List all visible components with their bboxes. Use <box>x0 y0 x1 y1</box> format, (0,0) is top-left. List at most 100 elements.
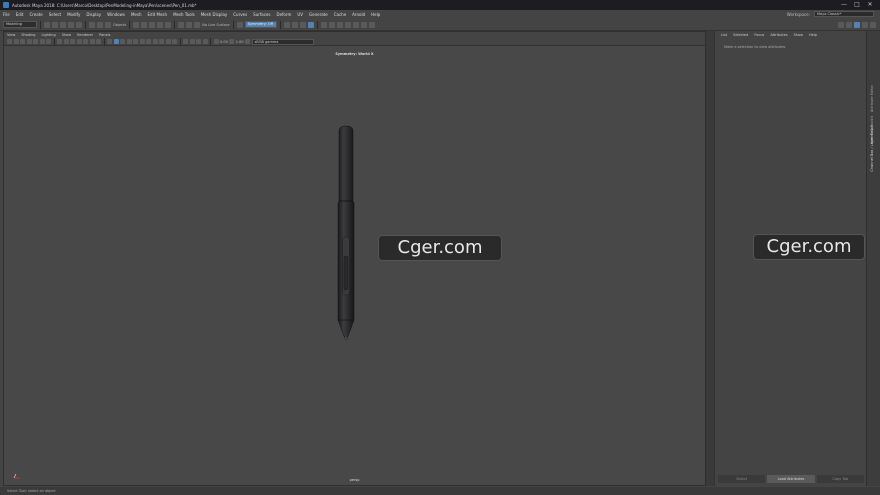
select-button[interactable]: Select <box>718 475 766 483</box>
tab-attribute-editor[interactable]: Attribute Editor <box>870 85 877 112</box>
undo-icon[interactable] <box>68 21 74 28</box>
open-scene-icon[interactable] <box>52 21 58 28</box>
menu-mesh-display[interactable]: Mesh Display <box>198 12 231 17</box>
render-setup-icon[interactable] <box>328 21 335 28</box>
attr-menu-selected[interactable]: Selected <box>730 33 751 37</box>
render-settings-icon[interactable] <box>307 21 314 28</box>
panel-menu-show[interactable]: Show <box>59 33 74 37</box>
snap-view-plane-icon[interactable] <box>157 21 164 28</box>
film-gate-icon[interactable] <box>63 39 69 44</box>
attr-menu-attributes[interactable]: Attributes <box>767 33 790 37</box>
wireframe-icon[interactable] <box>107 39 112 44</box>
default-material-icon[interactable] <box>120 39 125 44</box>
minimize-button[interactable]: — <box>838 1 850 9</box>
workspace-dropdown[interactable]: Maya Classic* <box>814 11 874 17</box>
select-by-object-icon[interactable] <box>97 21 103 28</box>
arnold-render-icon[interactable] <box>344 21 351 28</box>
copy-tab-button[interactable]: Copy Tab <box>816 475 864 483</box>
panel-splitter[interactable] <box>706 31 714 486</box>
menu-file[interactable]: File <box>0 12 13 17</box>
panel-menu-renderer[interactable]: Renderer <box>74 33 96 37</box>
render-current-icon[interactable] <box>291 21 298 28</box>
attr-menu-show[interactable]: Show <box>791 33 806 37</box>
selection-mode-label[interactable]: Objects <box>113 23 126 27</box>
new-scene-icon[interactable] <box>44 21 50 28</box>
menu-edit-mesh[interactable]: Edit Mesh <box>145 12 171 17</box>
select-camera-icon[interactable] <box>7 39 12 44</box>
xray-active-icon[interactable] <box>196 39 201 44</box>
snap-curve-icon[interactable] <box>141 21 148 28</box>
smooth-shade-icon[interactable] <box>113 39 119 44</box>
menu-mesh[interactable]: Mesh <box>128 12 145 17</box>
lock-camera-icon[interactable] <box>13 39 19 44</box>
tab-channel-box[interactable]: Channel Box / Layer Editor <box>870 125 877 172</box>
show-attribute-editor-icon[interactable] <box>854 21 860 28</box>
depth-of-field-icon[interactable] <box>172 39 177 44</box>
gamma-field[interactable]: 1.00 <box>236 40 244 44</box>
menu-create[interactable]: Create <box>26 12 45 17</box>
textured-icon[interactable] <box>133 39 138 44</box>
camera-attributes-icon[interactable] <box>20 39 25 44</box>
exposure-field[interactable]: 0.00 <box>220 40 228 44</box>
save-scene-icon[interactable] <box>60 21 66 28</box>
safe-title-icon[interactable] <box>96 39 101 44</box>
2d-pan-zoom-icon[interactable] <box>39 39 45 44</box>
image-plane-icon[interactable] <box>33 39 38 44</box>
view-transform-dropdown[interactable]: sRGB gamma <box>251 38 314 45</box>
use-all-lights-icon[interactable] <box>139 39 145 44</box>
menu-arnold[interactable]: Arnold <box>349 12 368 17</box>
xform-constraint-icon[interactable] <box>236 21 243 28</box>
snap-grid-icon[interactable] <box>133 21 140 28</box>
xray-joints-icon[interactable] <box>202 39 208 44</box>
menu-cache[interactable]: Cache <box>331 12 349 17</box>
arnold-view-icon[interactable] <box>360 21 367 28</box>
attr-menu-help[interactable]: Help <box>806 33 820 37</box>
snap-live-icon[interactable] <box>165 21 172 28</box>
attr-menu-list[interactable]: List <box>718 33 730 37</box>
menu-uv[interactable]: UV <box>294 12 306 17</box>
load-attributes-button[interactable]: Load Attributes <box>767 475 815 483</box>
multisample-aa-icon[interactable] <box>165 39 171 44</box>
show-character-controls-icon[interactable] <box>846 21 852 28</box>
panel-menu-lighting[interactable]: Lighting <box>39 33 59 37</box>
ipr-render-icon[interactable] <box>299 21 306 28</box>
isolate-select-icon[interactable] <box>183 39 188 44</box>
field-chart-icon[interactable] <box>83 39 88 44</box>
exposure-icon[interactable] <box>213 39 219 44</box>
wireframe-on-shaded-icon[interactable] <box>126 39 132 44</box>
attr-menu-focus[interactable]: Focus <box>751 33 767 37</box>
show-channel-box-icon[interactable] <box>870 21 876 28</box>
symmetry-dropdown[interactable]: Symmetry: Off <box>244 21 277 28</box>
output-history-icon[interactable] <box>186 21 193 28</box>
menu-mesh-tools[interactable]: Mesh Tools <box>170 12 198 17</box>
grease-pencil-icon[interactable] <box>46 39 51 44</box>
pen-model[interactable] <box>334 125 358 343</box>
menu-windows[interactable]: Windows <box>104 12 128 17</box>
menu-select[interactable]: Select <box>46 12 64 17</box>
show-tool-settings-icon[interactable] <box>862 21 868 28</box>
arnold-light-icon[interactable] <box>368 21 375 28</box>
input-history-icon[interactable] <box>178 21 185 28</box>
xray-icon[interactable] <box>189 39 195 44</box>
menu-curves[interactable]: Curves <box>230 12 250 17</box>
menuset-dropdown[interactable]: Modeling <box>3 21 37 28</box>
panel-menu-shading[interactable]: Shading <box>18 33 38 37</box>
safe-action-icon[interactable] <box>89 39 95 44</box>
light-editor-icon[interactable] <box>336 21 343 28</box>
panel-menu-panels[interactable]: Panels <box>96 33 113 37</box>
show-modeling-toolkit-icon[interactable] <box>838 21 844 28</box>
motion-blur-icon[interactable] <box>159 39 164 44</box>
menu-generate[interactable]: Generate <box>306 12 331 17</box>
menu-help[interactable]: Help <box>368 12 383 17</box>
screen-space-ao-icon[interactable] <box>152 39 158 44</box>
grid-icon[interactable] <box>57 39 62 44</box>
live-surface-label[interactable]: No Live Surface <box>202 23 229 27</box>
close-button[interactable]: ✕ <box>864 1 876 9</box>
viewport-panel[interactable]: View Shading Lighting Show Renderer Pane… <box>3 31 706 486</box>
menu-deform[interactable]: Deform <box>273 12 294 17</box>
menu-display[interactable]: Display <box>83 12 104 17</box>
select-by-component-icon[interactable] <box>105 21 111 28</box>
menu-surfaces[interactable]: Surfaces <box>250 12 273 17</box>
hypershade-icon[interactable] <box>320 21 327 28</box>
bookmarks-icon[interactable] <box>26 39 32 44</box>
